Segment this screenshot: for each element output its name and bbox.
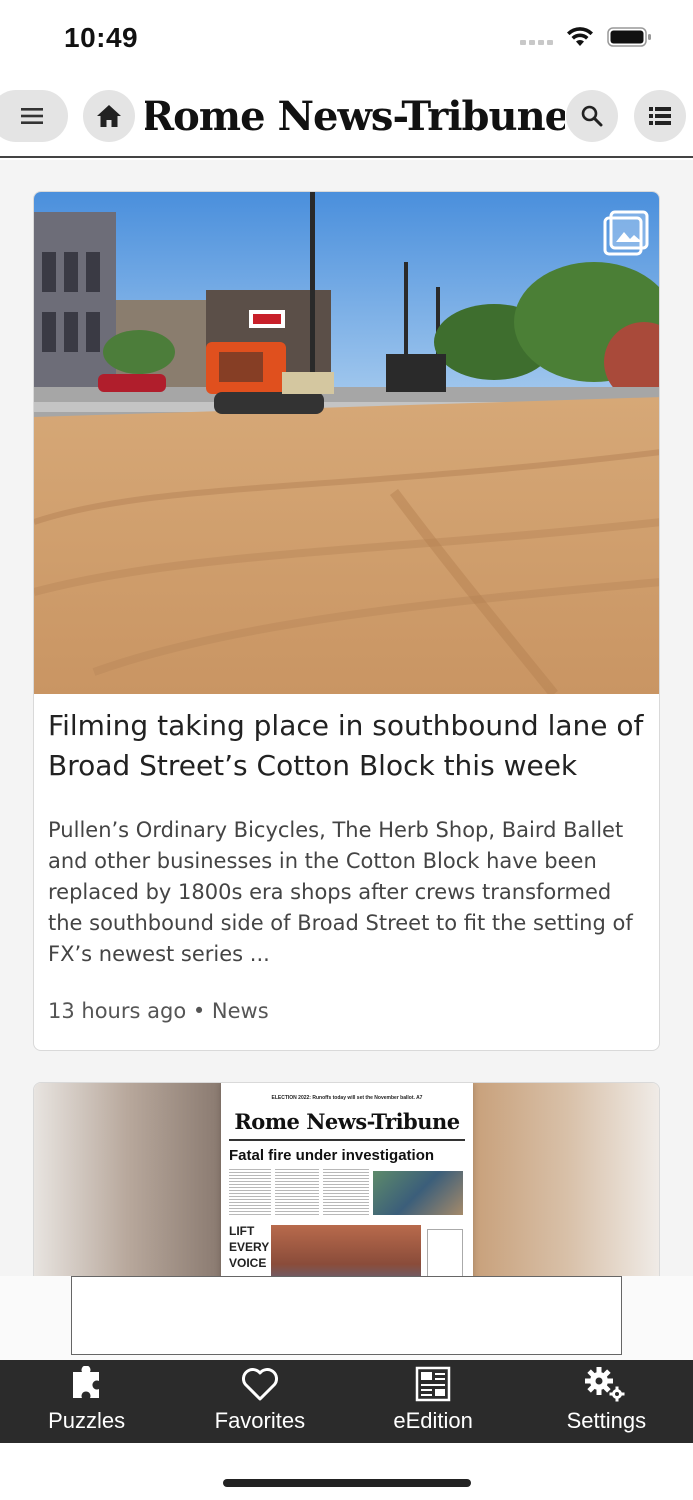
street-photo-illustration xyxy=(34,192,659,694)
puzzle-icon xyxy=(69,1366,105,1402)
front-page-rule xyxy=(229,1139,465,1141)
cellular-signal-icon xyxy=(520,39,553,45)
ad-area xyxy=(0,1276,693,1360)
eedition-thumbnail[interactable]: ELECTION 2022: Runoffs today will set th… xyxy=(34,1083,659,1276)
front-page-photo xyxy=(271,1225,421,1276)
status-icons xyxy=(520,26,653,48)
nav-label: Favorites xyxy=(214,1408,306,1433)
ad-banner[interactable] xyxy=(71,1276,622,1355)
search-button[interactable] xyxy=(566,90,618,142)
app-header: Rome News-Tribune xyxy=(0,80,693,158)
status-bar: 10:49 xyxy=(0,0,693,80)
gallery-icon[interactable] xyxy=(603,210,649,260)
search-icon xyxy=(581,105,603,127)
masthead-logo[interactable]: Rome News-Tribune xyxy=(145,90,565,142)
article-title[interactable]: Filming taking place in southbound lane … xyxy=(48,706,648,786)
nav-puzzles[interactable]: Puzzles xyxy=(0,1360,173,1443)
article-photo[interactable] xyxy=(34,192,659,694)
text-column xyxy=(275,1169,319,1217)
sections-icon xyxy=(649,107,671,125)
text-column xyxy=(229,1169,271,1217)
wifi-icon xyxy=(567,27,593,46)
article-card[interactable]: Filming taking place in southbound lane … xyxy=(33,191,660,1051)
front-page-masthead: Rome News-Tribune xyxy=(234,1109,460,1134)
home-button[interactable] xyxy=(83,90,135,142)
front-page-preview: ELECTION 2022: Runoffs today will set th… xyxy=(221,1083,473,1276)
article-summary[interactable]: Pullen’s Ordinary Bicycles, The Herb Sho… xyxy=(48,815,648,970)
nav-eedition[interactable]: eEdition xyxy=(347,1360,520,1443)
bottom-nav: Puzzles Favorites eEdition Settings xyxy=(0,1360,693,1443)
text-column xyxy=(323,1169,369,1217)
article-meta: 13 hours ago • News xyxy=(48,999,269,1023)
front-page-box xyxy=(427,1229,463,1276)
front-page-photo xyxy=(373,1171,463,1215)
home-icon xyxy=(97,105,121,127)
gear-icon xyxy=(584,1366,628,1402)
home-indicator-area xyxy=(0,1443,693,1500)
heart-icon xyxy=(240,1366,280,1402)
front-page-kicker: ELECTION 2022: Runoffs today will set th… xyxy=(271,1095,423,1101)
article-feed[interactable]: Filming taking place in southbound lane … xyxy=(0,160,693,1276)
front-page-secondary: LIFT EVERY VOICE xyxy=(229,1224,270,1270)
nav-label: Settings xyxy=(566,1408,647,1433)
status-time: 10:49 xyxy=(64,22,139,53)
home-indicator[interactable] xyxy=(223,1479,471,1487)
menu-button[interactable] xyxy=(0,90,68,142)
nav-settings[interactable]: Settings xyxy=(520,1360,693,1443)
sections-button[interactable] xyxy=(634,90,686,142)
newspaper-icon xyxy=(415,1366,451,1402)
nav-favorites[interactable]: Favorites xyxy=(173,1360,346,1443)
nav-label: Puzzles xyxy=(48,1408,126,1433)
battery-icon xyxy=(607,27,651,47)
front-page-headline: Fatal fire under investigation xyxy=(229,1147,435,1164)
menu-icon xyxy=(21,108,43,124)
eedition-card[interactable]: ELECTION 2022: Runoffs today will set th… xyxy=(33,1082,660,1276)
nav-label: eEdition xyxy=(393,1408,473,1433)
